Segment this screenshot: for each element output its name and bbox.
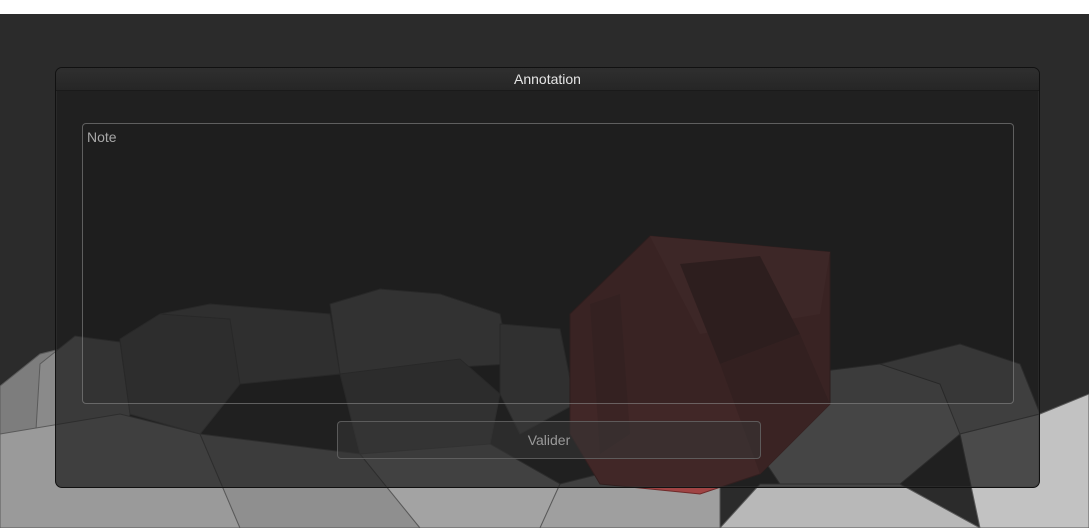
dialog-title: Annotation [56, 68, 1039, 91]
validate-button[interactable]: Valider [337, 421, 761, 459]
note-textarea[interactable] [82, 123, 1014, 404]
3d-viewport[interactable]: Annotation Valider [0, 14, 1089, 528]
building [719, 483, 981, 528]
annotation-dialog: Annotation Valider [55, 67, 1040, 488]
